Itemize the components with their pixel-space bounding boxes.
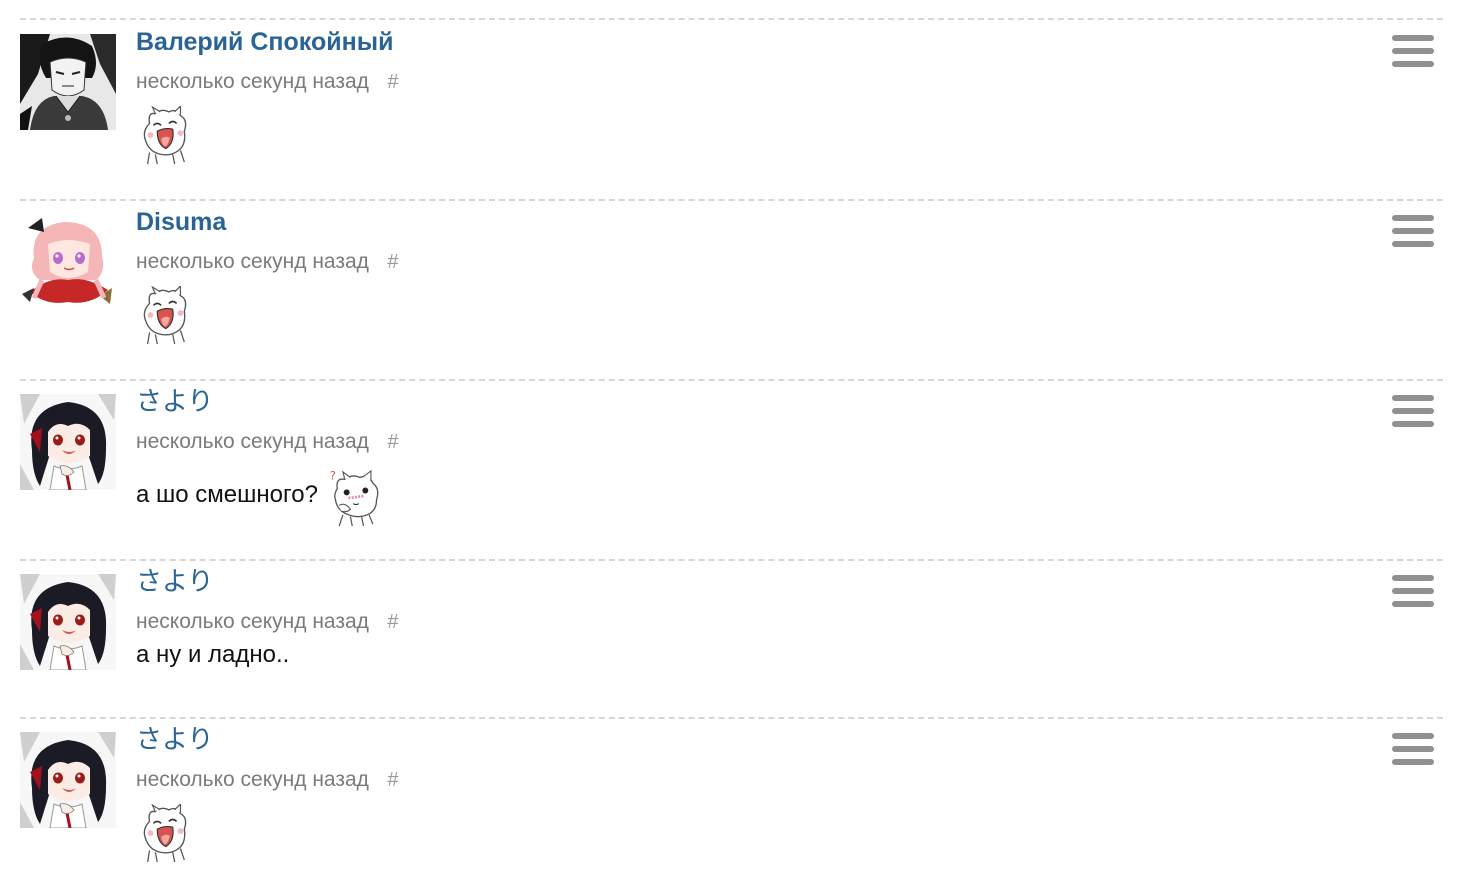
laughing-cat-sticker-icon	[136, 106, 194, 166]
comment-username[interactable]: Валерий Спокойный	[136, 26, 393, 58]
confused-cat-sticker-icon	[328, 466, 384, 530]
comment-body: а шо смешного?	[136, 466, 384, 536]
avatar[interactable]	[20, 394, 116, 490]
comment-menu-button[interactable]	[1391, 32, 1435, 70]
hamburger-menu-icon	[1392, 395, 1434, 401]
comment-text: а шо смешного?	[136, 481, 318, 508]
avatar[interactable]	[20, 574, 116, 670]
laughing-cat-sticker-icon	[136, 804, 194, 864]
laughing-cat-sticker-icon	[136, 286, 194, 346]
comment-body: а ну и ладно..	[136, 641, 289, 716]
comment-username[interactable]: Disuma	[136, 206, 226, 238]
comment-username[interactable]: さより	[136, 566, 213, 598]
comment-username[interactable]: さより	[136, 386, 213, 418]
avatar[interactable]	[20, 34, 116, 130]
permalink-link[interactable]: #	[387, 769, 398, 791]
comment-timestamp: несколько секунд назад	[136, 430, 369, 453]
comment-meta: несколько секунд назад #	[136, 248, 399, 278]
comment-item: さより несколько секунд назад #	[0, 718, 1458, 896]
comment-item: Disuma несколько секунд назад #	[0, 200, 1458, 380]
comment-meta: несколько секунд назад #	[136, 766, 399, 796]
permalink-link[interactable]: #	[387, 611, 398, 633]
avatar[interactable]	[20, 214, 116, 310]
hamburger-menu-icon	[1392, 733, 1434, 739]
comment-body	[136, 106, 194, 176]
permalink-link[interactable]: #	[387, 251, 398, 273]
comment-meta: несколько секунд назад #	[136, 428, 399, 458]
comment-timestamp: несколько секунд назад	[136, 610, 369, 633]
avatar[interactable]	[20, 732, 116, 828]
comment-body	[136, 804, 194, 874]
comment-menu-button[interactable]	[1391, 730, 1435, 768]
comment-username[interactable]: さより	[136, 724, 213, 756]
hamburger-menu-icon	[1392, 575, 1434, 581]
comment-meta: несколько секунд назад #	[136, 608, 399, 638]
hamburger-menu-icon	[1392, 35, 1434, 41]
comment-body	[136, 286, 194, 356]
comment-menu-button[interactable]	[1391, 392, 1435, 430]
comment-meta: несколько секунд назад #	[136, 68, 399, 98]
permalink-link[interactable]: #	[387, 71, 398, 93]
comment-item: さより несколько секунд назад # а шо смешно…	[0, 380, 1458, 560]
comment-timestamp: несколько секунд назад	[136, 768, 369, 791]
hamburger-menu-icon	[1392, 215, 1434, 221]
comment-text: а ну и ладно..	[136, 641, 290, 668]
comment-item: さより несколько секунд назад # а ну и ладн…	[0, 560, 1458, 718]
permalink-link[interactable]: #	[387, 431, 398, 453]
comment-item: Валерий Спокойный несколько секунд назад…	[0, 20, 1458, 200]
comment-menu-button[interactable]	[1391, 572, 1435, 610]
comment-menu-button[interactable]	[1391, 212, 1435, 250]
comment-timestamp: несколько секунд назад	[136, 70, 369, 93]
comment-timestamp: несколько секунд назад	[136, 250, 369, 273]
comment-feed: Валерий Спокойный несколько секунд назад…	[0, 0, 1458, 896]
